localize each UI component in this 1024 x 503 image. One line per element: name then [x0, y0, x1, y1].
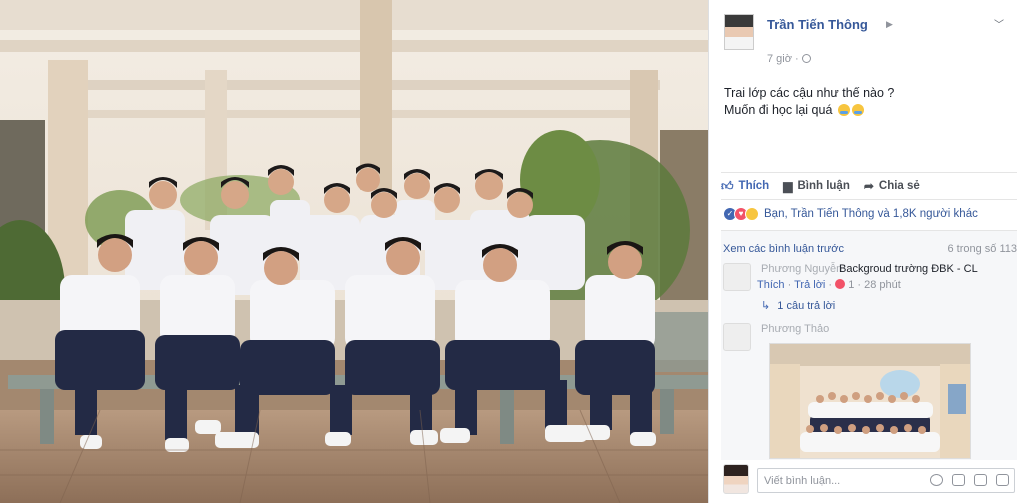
like-icon: 👍︎ [721, 178, 734, 193]
view-previous-comments-link[interactable]: Xem các bình luận trước [723, 243, 844, 255]
globe-icon[interactable] [801, 54, 811, 63]
status-line-2-row: Muốn đi học lại quá [724, 102, 1014, 119]
author-avatar[interactable] [724, 14, 754, 50]
emoji-icon[interactable] [930, 474, 943, 486]
haha-reaction-icon [745, 207, 759, 221]
comment-author[interactable]: Phương Nguyễn [761, 263, 842, 275]
comment-label: Bình luận [797, 180, 850, 192]
triangle-right-icon: ▶ [886, 19, 893, 29]
commenter-avatar[interactable] [723, 323, 751, 351]
post-time[interactable]: 7 giờ [767, 53, 792, 65]
comment-reaction-count[interactable]: 1 [848, 279, 854, 291]
comments-section: Xem các bình luận trước 6 trong số 113 P… [721, 230, 1017, 460]
crying-laughing-emoji-icon [837, 104, 850, 116]
share-icon: ➦ [863, 179, 874, 193]
sticker-icon[interactable] [996, 474, 1009, 486]
share-button[interactable]: ➦ Chia sẻ [864, 179, 920, 193]
group-photo-image [0, 0, 708, 503]
gif-icon[interactable] [974, 474, 987, 486]
comment-count: 6 trong số 113 [947, 243, 1017, 255]
comment-reply-link[interactable]: Trả lời [794, 279, 825, 291]
post-status-text: Trai lớp các cậu như thế nào ? Muốn đi h… [724, 85, 1014, 119]
comment-photo[interactable] [769, 343, 971, 459]
commenter-avatar[interactable] [723, 263, 751, 291]
post-actions-bar: 👍︎ Thích ▆ Bình luận ➦ Chia sẻ [721, 172, 1017, 200]
share-label: Chia sẻ [878, 180, 920, 192]
comment-meta: Thích · Trả lời · 1 · 28 phút [757, 279, 901, 291]
comment-author[interactable]: Phương Thảo [761, 323, 829, 335]
view-replies-link[interactable]: ↳ 1 câu trả lời [761, 299, 835, 312]
comment-button[interactable]: ▆ Bình luận [783, 179, 850, 193]
post-header: Trần Tiến Thông ▶ ﹀ 7 giờ · [724, 14, 1014, 65]
reply-arrow-icon: ↳ [761, 300, 771, 312]
author-name[interactable]: Trần Tiến Thông [767, 17, 868, 32]
comment-like-link[interactable]: Thích [757, 279, 785, 291]
comment-photo-image [770, 344, 970, 458]
heart-reaction-icon [835, 279, 846, 289]
chevron-down-icon[interactable]: ﹀ [994, 16, 1004, 31]
like-button[interactable]: 👍︎ Thích [721, 179, 769, 194]
post-time-row: 7 giờ · [767, 53, 811, 65]
crying-laughing-emoji-icon [851, 104, 864, 116]
comment-icon: ▆ [783, 179, 793, 193]
camera-icon[interactable] [952, 474, 965, 486]
post-sidebar: Trần Tiến Thông ▶ ﹀ 7 giờ · Trai lớp các… [708, 0, 1024, 503]
reactions-text: Bạn, Trần Tiến Thông và 1,8K người khác [764, 208, 978, 220]
post-photo[interactable] [0, 0, 708, 503]
status-line-1: Trai lớp các cậu như thế nào ? [724, 86, 895, 100]
like-label: Thích [738, 180, 770, 192]
reactions-summary[interactable]: ✓ ♥ Bạn, Trần Tiến Thông và 1,8K người k… [723, 207, 978, 221]
status-line-2: Muốn đi học lại quá [724, 103, 833, 117]
composer-tools [921, 474, 1009, 486]
comment-text: Backgroud trường ĐBK - CL [839, 263, 978, 275]
comment-time[interactable]: 28 phút [864, 279, 901, 291]
current-user-avatar [723, 464, 749, 494]
replies-count: 1 câu trả lời [777, 300, 836, 312]
comment-composer [721, 462, 1017, 498]
